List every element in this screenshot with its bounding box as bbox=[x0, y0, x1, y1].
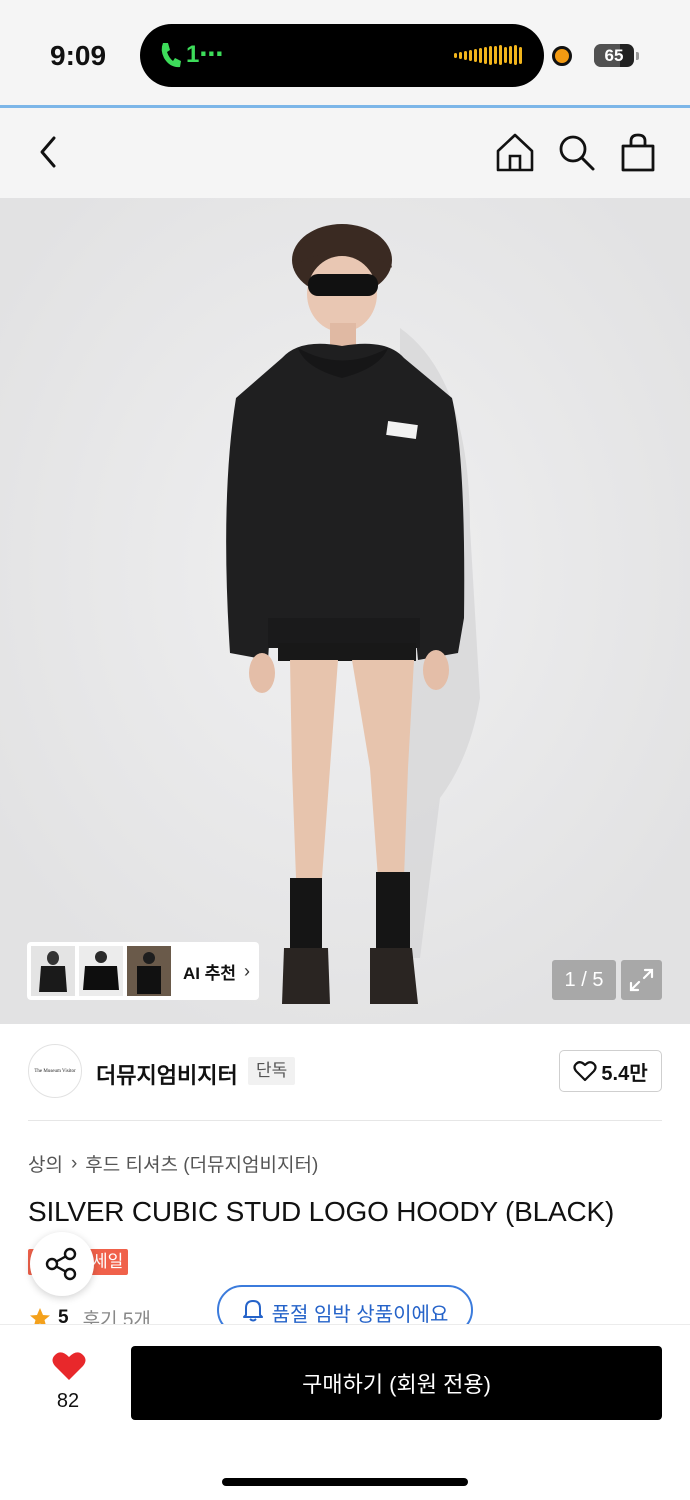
phone-icon bbox=[161, 43, 181, 68]
product-photo bbox=[0, 198, 690, 1024]
dynamic-island[interactable]: 1⋯ bbox=[140, 24, 544, 87]
home-icon[interactable] bbox=[493, 130, 537, 174]
call-duration: 1⋯ bbox=[186, 41, 224, 68]
search-icon[interactable] bbox=[554, 130, 598, 174]
recommend-thumbnail[interactable] bbox=[31, 946, 75, 996]
stock-notice-text: 품절 임박 상품이에요 bbox=[271, 1304, 449, 1326]
brand-logo[interactable]: The Museum Visitor bbox=[28, 1044, 82, 1098]
breadcrumb: 상의 › 후드 티셔츠 (더뮤지엄비지터) bbox=[28, 1150, 318, 1177]
shopping-bag-icon[interactable] bbox=[616, 130, 660, 174]
image-counter: 1 / 5 bbox=[552, 960, 616, 1000]
chevron-right-icon: › bbox=[70, 1152, 78, 1174]
buy-button[interactable]: 구매하기 (회원 전용) bbox=[131, 1346, 662, 1420]
heart-filled-icon bbox=[52, 1352, 86, 1380]
share-button[interactable] bbox=[30, 1232, 94, 1296]
recommend-thumbnail[interactable] bbox=[127, 946, 171, 996]
breadcrumb-subcategory[interactable]: 후드 티셔츠 (더뮤지엄비지터) bbox=[85, 1150, 318, 1177]
battery-nub bbox=[636, 52, 639, 60]
breadcrumb-category[interactable]: 상의 bbox=[28, 1150, 63, 1177]
product-image-gallery[interactable]: AI 추천 › 1 / 5 bbox=[0, 198, 690, 1024]
brand-logo-text: The Museum Visitor bbox=[34, 1068, 76, 1074]
heart-outline-icon bbox=[573, 1061, 597, 1082]
exclusive-badge: 단독 bbox=[248, 1057, 296, 1085]
recommend-thumbnail[interactable] bbox=[79, 946, 123, 996]
like-count: 82 bbox=[56, 1390, 80, 1412]
ai-recommend-chip[interactable]: AI 추천 › bbox=[27, 942, 259, 1000]
chevron-right-icon: › bbox=[244, 960, 251, 981]
product-title: SILVER CUBIC STUD LOGO HOODY (BLACK) bbox=[28, 1196, 615, 1227]
battery-level: 65 bbox=[604, 46, 624, 65]
share-icon bbox=[45, 1247, 77, 1281]
battery-indicator: 65 bbox=[594, 44, 634, 67]
ai-recommend-label: AI 추천 bbox=[183, 963, 237, 983]
brand-name[interactable]: 더뮤지엄비지터 bbox=[96, 1058, 238, 1090]
bell-icon bbox=[242, 1300, 263, 1322]
expand-icon[interactable] bbox=[621, 960, 662, 1000]
brand-like-count: 5.4만 bbox=[601, 1062, 648, 1085]
status-time: 9:09 bbox=[50, 40, 107, 71]
chevron-left-icon[interactable] bbox=[26, 130, 70, 174]
top-nav bbox=[0, 108, 690, 198]
recording-indicator-icon bbox=[552, 46, 572, 66]
status-bar: 9:09 1⋯ 65 bbox=[0, 0, 690, 106]
divider bbox=[28, 1120, 662, 1121]
home-indicator[interactable] bbox=[222, 1478, 468, 1486]
brand-like-button[interactable]: 5.4만 bbox=[559, 1050, 662, 1092]
audio-wave-icon bbox=[454, 44, 522, 66]
